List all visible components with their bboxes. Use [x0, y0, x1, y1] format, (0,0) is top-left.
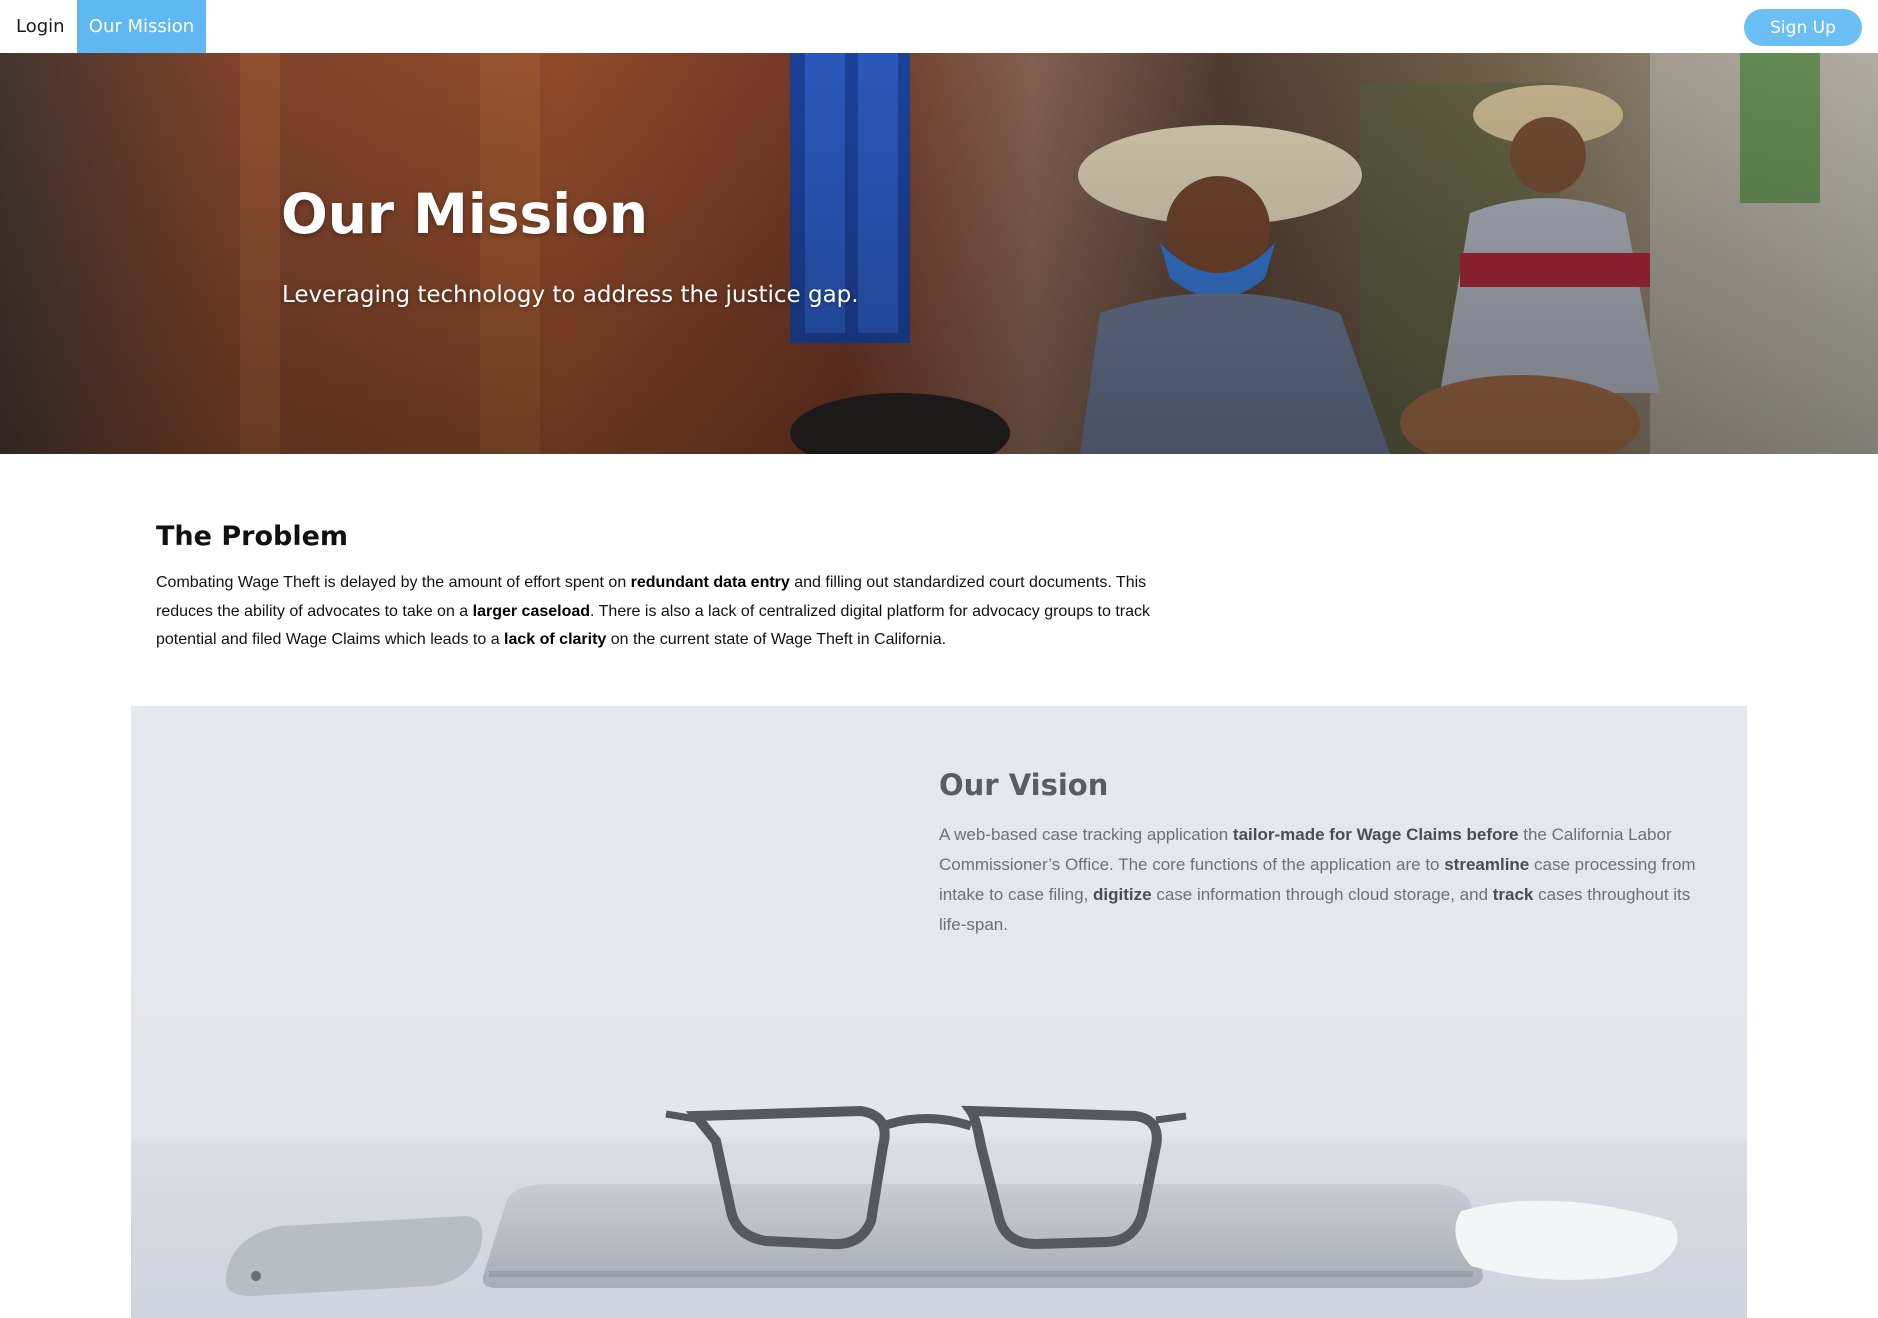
vision-heading: Our Vision [939, 768, 1109, 802]
hero-photo [0, 53, 1878, 454]
problem-highlight: lack of clarity [504, 631, 607, 648]
vision-text: A web-based case tracking application ta… [939, 820, 1699, 940]
hero-title: Our Mission [281, 182, 649, 246]
problem-highlight: larger caseload [472, 602, 591, 620]
vision-highlight: tailor-made for Wage Claims before [1232, 825, 1519, 844]
problem-highlight: redundant data entry [630, 574, 790, 591]
problem-text: Combating Wage Theft is delayed by the a… [156, 569, 1176, 655]
sign-up-button[interactable]: Sign Up [1744, 9, 1862, 46]
vision-content: Our Vision A web-based case tracking app… [939, 764, 1699, 940]
vision-text-part: case information through cloud storage, … [1151, 885, 1493, 904]
problem-text-part: Combating Wage Theft is delayed by the a… [156, 574, 631, 591]
nav-login-link[interactable]: Login [16, 0, 65, 53]
problem-heading: The Problem [156, 521, 349, 552]
hero-banner: Our Mission Leveraging technology to add… [0, 53, 1878, 454]
nav-our-mission-tab[interactable]: Our Mission [77, 0, 206, 53]
vision-text-part: A web-based case tracking application [939, 825, 1233, 844]
vision-highlight: digitize [1093, 885, 1152, 904]
vision-highlight: streamline [1444, 855, 1530, 874]
problem-section: The Problem Combating Wage Theft is dela… [156, 513, 1176, 655]
hero-subtitle: Leveraging technology to address the jus… [282, 282, 859, 308]
top-nav: Login Our Mission Sign Up [0, 0, 1878, 53]
problem-text-part: on the current state of Wage Theft in Ca… [606, 631, 947, 648]
vision-highlight: track [1492, 885, 1534, 904]
vision-section: Our Vision A web-based case tracking app… [131, 706, 1747, 1318]
